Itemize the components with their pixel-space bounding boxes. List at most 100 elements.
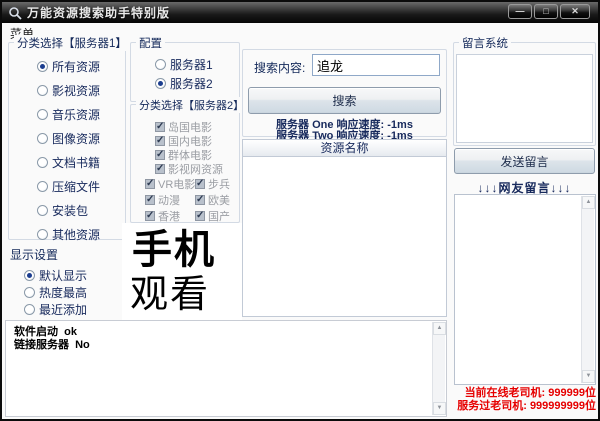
send-message-button[interactable]: 发送留言 — [454, 148, 595, 174]
checkbox-pair-row: VR电影 步兵 — [145, 178, 239, 191]
status-log-box[interactable]: 软件启动 ok 链接服务器 No ▲ ▼ — [5, 320, 447, 417]
radio-label: 热度最高 — [39, 285, 88, 300]
radio-label: 压缩文件 — [52, 179, 101, 194]
radio-icon — [37, 60, 48, 72]
radio-icon — [37, 156, 48, 168]
group-category-server1: 分类选择【服务器1】 所有资源 影视资源 音乐资源 图像资源 文档书籍 压缩文件… — [8, 35, 130, 242]
group-category-server2: 分类选择【服务器2】 岛国电影 国内电影 群体电影 影视网资源 VR电影 步兵 — [130, 97, 248, 223]
checkbox-icon — [195, 194, 205, 205]
checkbox-label: 步兵 — [208, 179, 230, 191]
radio-server2[interactable]: 服务器2 — [155, 76, 239, 91]
checkbox-island-movies[interactable]: 岛国电影 — [155, 121, 239, 134]
close-button[interactable]: ✕ — [560, 4, 590, 19]
radio-server1[interactable]: 服务器1 — [155, 57, 239, 72]
radio-icon — [24, 269, 35, 281]
checkbox-icon — [145, 178, 155, 189]
radio-label: 默认显示 — [39, 268, 88, 283]
checkbox-pair-row: 动漫 欧美 — [145, 194, 239, 207]
title-bar: 万能资源搜索助手特别版 — □ ✕ — [2, 2, 598, 23]
checkbox-icon — [195, 210, 205, 221]
search-label: 搜索内容: — [254, 61, 306, 75]
group-title: 留言系统 — [459, 35, 511, 51]
group-title: 配置 — [136, 35, 165, 51]
scroll-down-icon[interactable]: ▼ — [433, 402, 446, 415]
search-input[interactable] — [312, 54, 440, 76]
log-scrollbar[interactable]: ▲ ▼ — [432, 322, 446, 415]
served-drivers-count: 服务过老司机: 999999999位 — [457, 400, 596, 412]
mobile-watch-ad: 手机 观看 — [122, 223, 242, 322]
radio-other-resources[interactable]: 其他资源 — [37, 227, 125, 242]
minimize-icon: — — [515, 6, 525, 16]
message-input-area[interactable] — [456, 54, 593, 143]
radio-label: 最近添加 — [39, 302, 88, 317]
maximize-icon: □ — [543, 6, 549, 16]
app-window: 万能资源搜索助手特别版 — □ ✕ 菜单 分类选择【服务器1】 所有资源 影视资… — [0, 0, 600, 421]
checkbox-label: 国产 — [208, 211, 230, 223]
radio-label: 所有资源 — [52, 59, 101, 74]
radio-icon — [37, 204, 48, 216]
radio-label: 服务器2 — [170, 76, 213, 91]
radio-icon — [37, 228, 48, 240]
radio-label: 服务器1 — [170, 57, 213, 72]
radio-label: 安装包 — [52, 203, 89, 218]
display-settings-options: 默认显示 热度最高 最近添加 — [24, 268, 88, 317]
checkbox-guochan[interactable]: 国产 — [195, 210, 230, 223]
radio-label: 文档书籍 — [52, 155, 101, 170]
group-config: 配置 服务器1 服务器2 — [130, 35, 240, 102]
group-title: 分类选择【服务器1】 — [14, 35, 130, 51]
radio-recently-added[interactable]: 最近添加 — [24, 302, 88, 317]
checkbox-hongkong[interactable]: 香港 — [145, 210, 195, 223]
checkbox-pair-row: 香港 国产 — [145, 210, 239, 223]
radio-label: 图像资源 — [52, 131, 101, 146]
minimize-button[interactable]: — — [508, 4, 532, 19]
checkbox-group-movies[interactable]: 群体电影 — [155, 149, 239, 162]
radio-icon — [37, 180, 48, 192]
checkbox-icon — [155, 149, 165, 160]
checkbox-label: 影视网资源 — [168, 164, 223, 176]
group-title: 分类选择【服务器2】 — [136, 97, 248, 113]
radio-hottest[interactable]: 热度最高 — [24, 285, 88, 300]
checkbox-vr-movies[interactable]: VR电影 — [145, 178, 195, 191]
radio-music-resources[interactable]: 音乐资源 — [37, 107, 125, 122]
checkbox-anime[interactable]: 动漫 — [145, 194, 195, 207]
radio-icon — [37, 108, 48, 120]
scroll-up-icon[interactable]: ▲ — [582, 196, 595, 209]
checkbox-icon — [145, 210, 155, 221]
radio-default-display[interactable]: 默认显示 — [24, 268, 88, 283]
ad-text-line1: 手机 — [132, 228, 216, 272]
checkbox-label: 香港 — [158, 211, 180, 223]
send-message-label: 发送留言 — [500, 154, 549, 169]
ad-text-line2: 观看 — [130, 274, 211, 316]
checkbox-icon — [195, 178, 205, 189]
display-settings-title: 显示设置 — [10, 248, 59, 262]
checkbox-icon — [155, 135, 165, 146]
close-icon: ✕ — [571, 6, 579, 16]
friends-scrollbar[interactable]: ▲ ▼ — [581, 196, 595, 383]
friends-messages-box[interactable]: ▲ ▼ — [454, 194, 596, 385]
maximize-button[interactable]: □ — [534, 4, 558, 19]
radio-video-resources[interactable]: 影视资源 — [37, 83, 125, 98]
window-controls: — □ ✕ — [508, 4, 590, 19]
window-title: 万能资源搜索助手特别版 — [27, 6, 171, 20]
results-column-header[interactable]: 资源名称 — [243, 140, 446, 157]
checkbox-icon — [155, 121, 165, 132]
radio-image-resources[interactable]: 图像资源 — [37, 131, 125, 146]
status-log-text: 软件启动 ok 链接服务器 No — [14, 326, 90, 351]
radio-icon — [24, 303, 35, 315]
radio-all-resources[interactable]: 所有资源 — [37, 59, 125, 74]
checkbox-video-site-resources[interactable]: 影视网资源 — [155, 163, 239, 176]
search-button-label: 搜索 — [332, 94, 357, 108]
checkbox-domestic-movies[interactable]: 国内电影 — [155, 135, 239, 148]
group-message-system: 留言系统 — [453, 35, 596, 146]
radio-installer-resources[interactable]: 安装包 — [37, 203, 125, 218]
results-list[interactable]: 资源名称 — [242, 139, 447, 317]
radio-label: 影视资源 — [52, 83, 101, 98]
scroll-down-icon[interactable]: ▼ — [582, 370, 595, 383]
scroll-up-icon[interactable]: ▲ — [433, 322, 446, 335]
radio-archive-resources[interactable]: 压缩文件 — [37, 179, 125, 194]
radio-doc-resources[interactable]: 文档书籍 — [37, 155, 125, 170]
checkbox-bubing[interactable]: 步兵 — [195, 178, 230, 191]
checkbox-icon — [155, 163, 165, 174]
checkbox-western[interactable]: 欧美 — [195, 194, 230, 207]
search-button[interactable]: 搜索 — [248, 87, 441, 114]
